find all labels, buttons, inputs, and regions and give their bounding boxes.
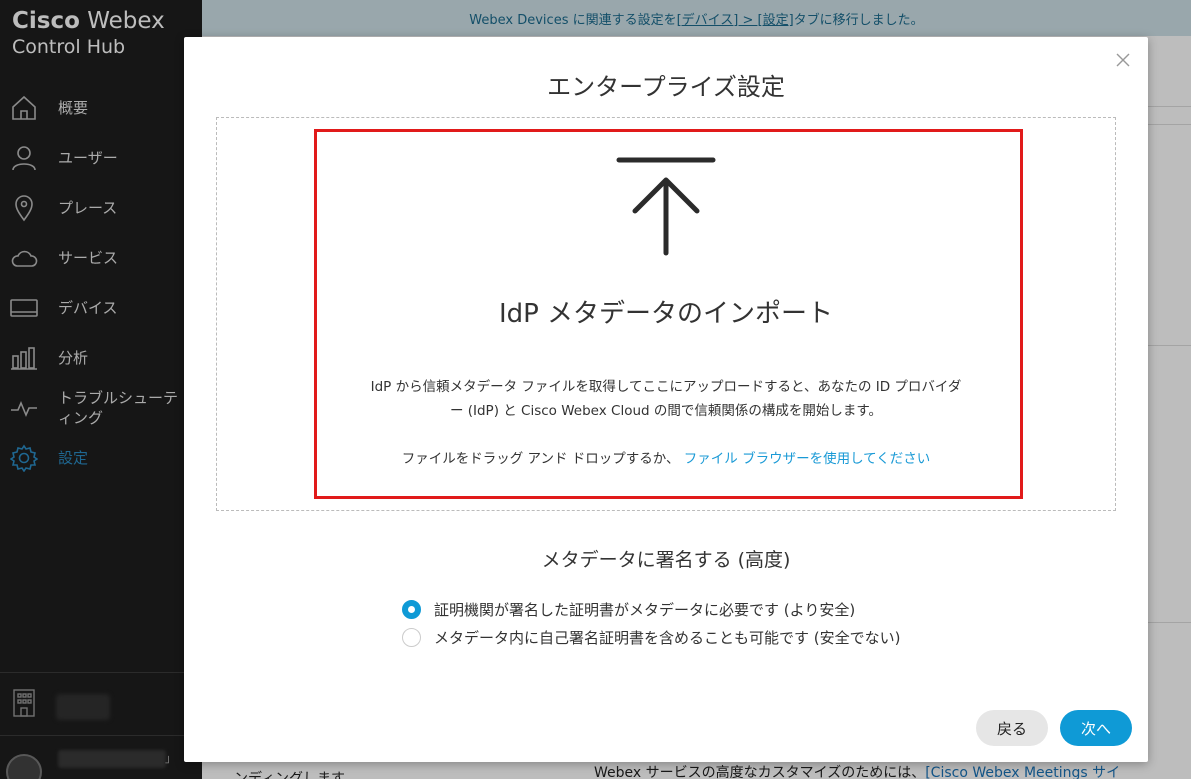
- radio-button-checked[interactable]: [402, 600, 421, 619]
- dialog-title: エンタープライズ設定: [547, 73, 785, 101]
- radio-label: メタデータ内に自己署名証明書を含めることも可能です (安全でない): [434, 629, 901, 647]
- upload-icon: [616, 155, 716, 257]
- enterprise-settings-dialog: エンタープライズ設定 IdP メタデータのインポート IdP から信頼メタデータ…: [184, 37, 1148, 762]
- back-button[interactable]: 戻る: [976, 710, 1048, 746]
- next-button[interactable]: 次へ: [1060, 710, 1132, 746]
- dragdrop-instructions: ファイルをドラッグ アンド ドロップするか、 ファイル ブラウザーを使用してくだ…: [184, 447, 1148, 467]
- import-title: IdP メタデータのインポート: [498, 299, 834, 329]
- file-browser-link[interactable]: ファイル ブラウザーを使用してください: [684, 451, 930, 467]
- dragdrop-text: ファイルをドラッグ アンド ドロップするか、: [401, 451, 684, 467]
- option-ca-signed[interactable]: 証明機関が署名した証明書がメタデータに必要です (より安全): [402, 599, 855, 620]
- import-description: IdP から信頼メタデータ ファイルを取得してここにアップロードすると、あなたの…: [370, 379, 962, 419]
- signature-section-title: メタデータに署名する (高度): [541, 549, 791, 571]
- option-self-signed[interactable]: メタデータ内に自己署名証明書を含めることも可能です (安全でない): [402, 627, 900, 648]
- radio-label: 証明機関が署名した証明書がメタデータに必要です (より安全): [434, 601, 856, 619]
- radio-button[interactable]: [402, 628, 421, 647]
